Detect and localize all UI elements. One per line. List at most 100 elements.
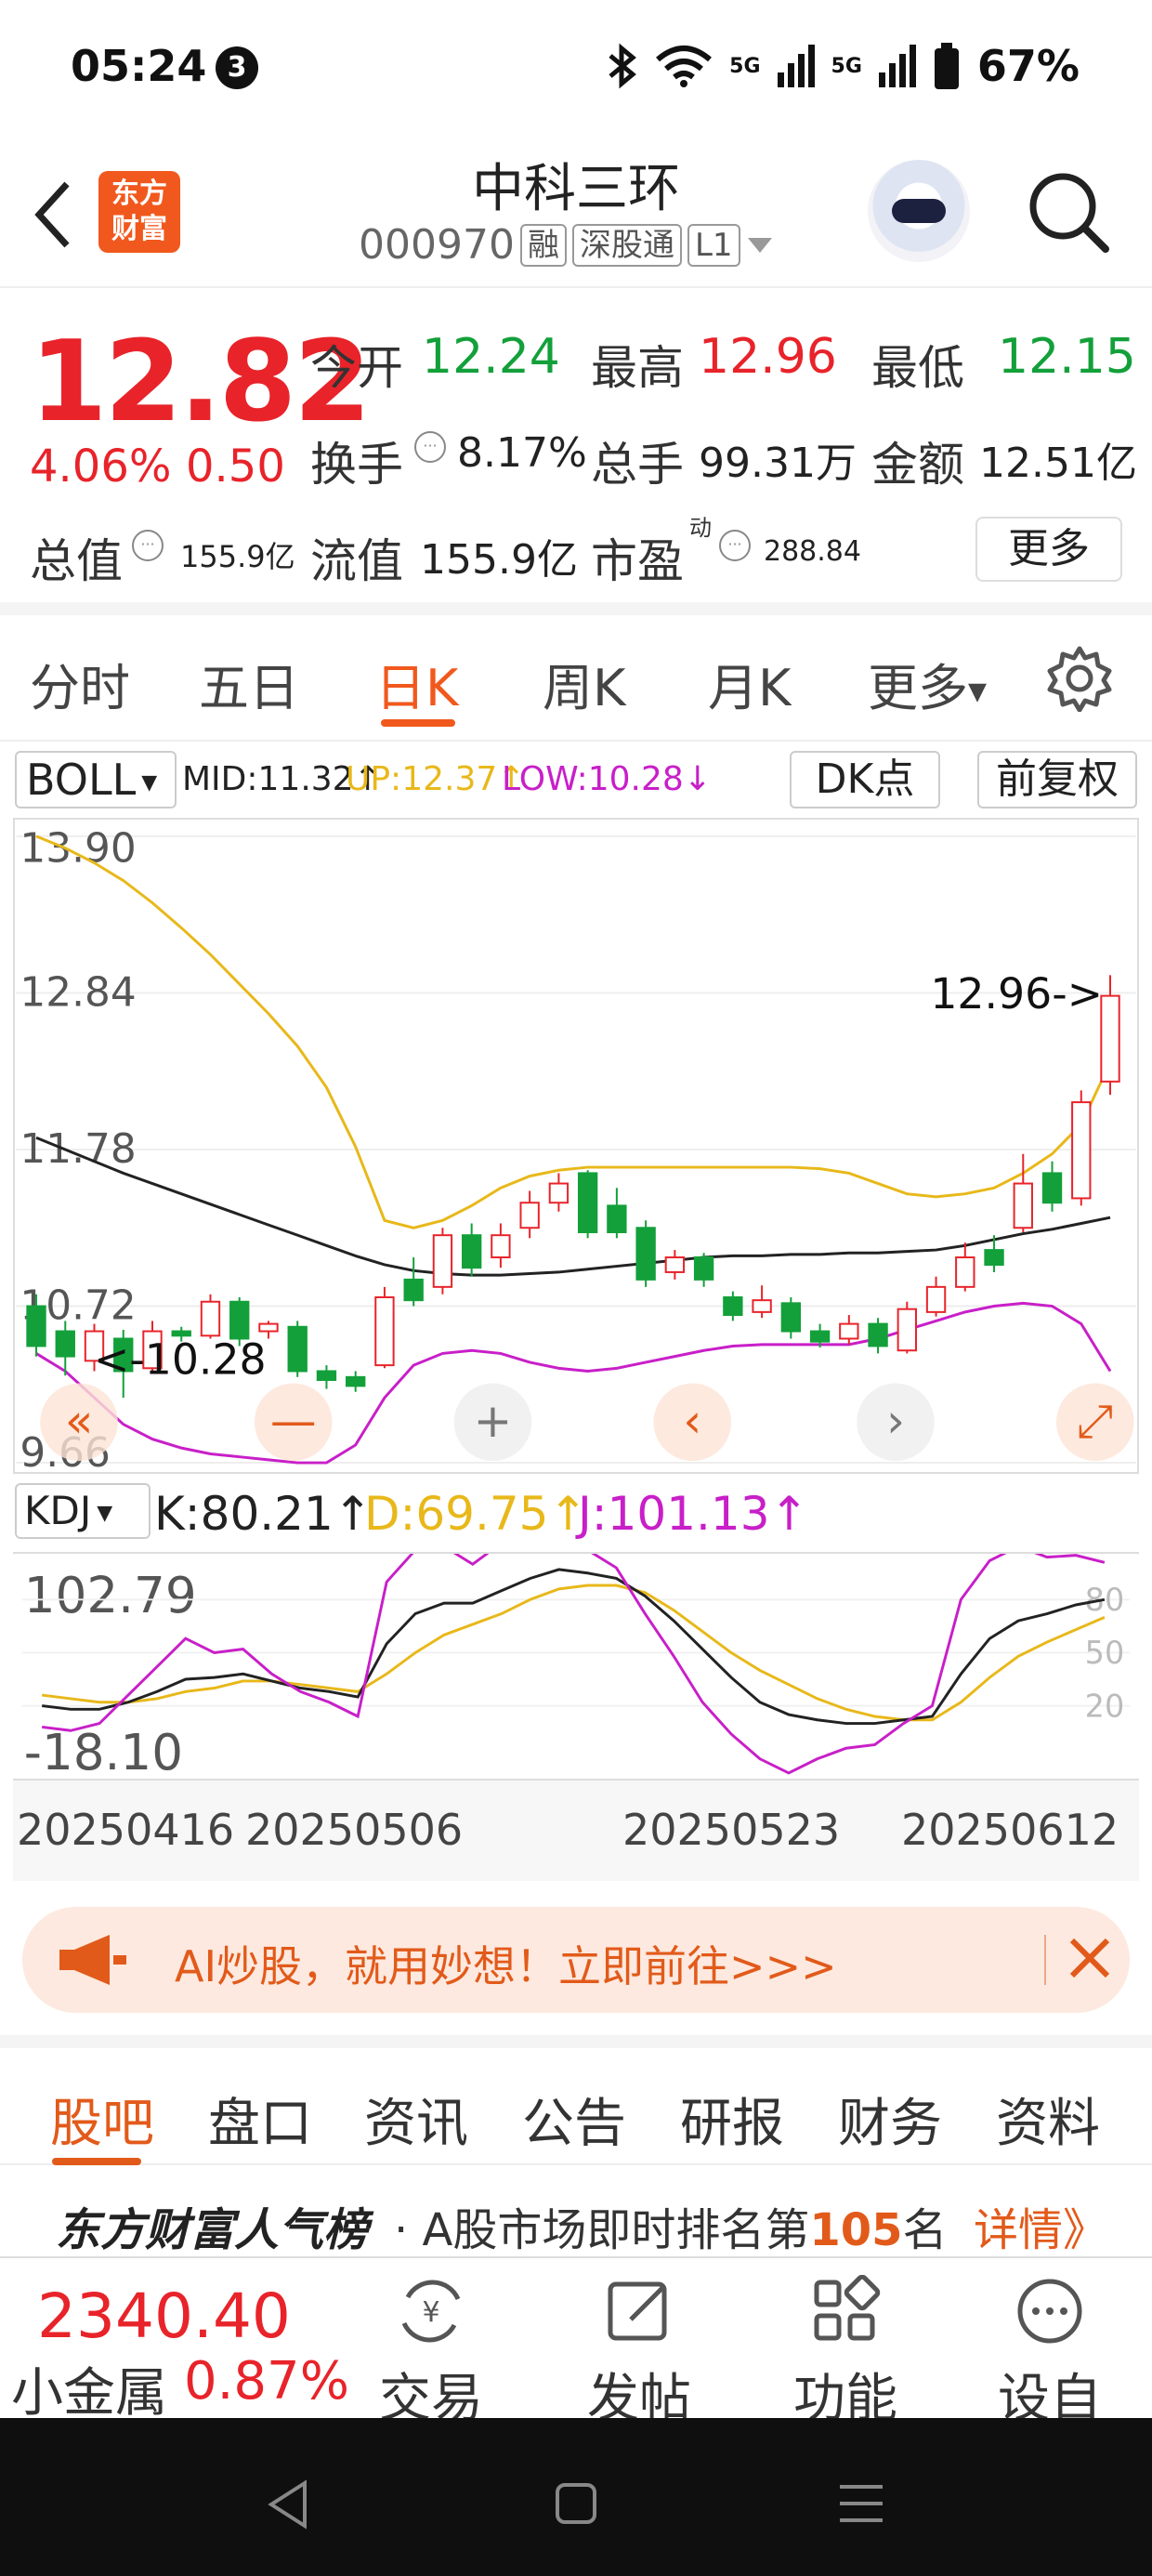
kdj-level-label: 20 (1085, 1688, 1125, 1724)
candle-body (229, 1300, 250, 1340)
y-tick-label: 11.78 (20, 1125, 136, 1173)
candle-body (461, 1234, 482, 1269)
candle-body (635, 1227, 656, 1281)
candle-body (1071, 1101, 1092, 1200)
post-button[interactable]: 发帖 (565, 2275, 713, 2429)
connect-tag: 深股通 (571, 223, 682, 267)
candle-body (752, 1299, 772, 1313)
tab-announcements[interactable]: 公告 (522, 2082, 626, 2157)
nav-back-icon[interactable] (266, 2479, 310, 2530)
candle-body (577, 1172, 598, 1234)
nav-home-icon[interactable] (554, 2481, 598, 2526)
change-percent: 4.06% (30, 440, 172, 493)
date-label: 20250523 (622, 1805, 841, 1855)
info-icon[interactable]: ··· (719, 530, 751, 561)
dropdown-triangle-icon: ▼ (968, 677, 987, 706)
popularity-details-link[interactable]: 详情》 (974, 2193, 1107, 2258)
tab-monthly-k[interactable]: 月K (708, 647, 791, 720)
open-value: 12.24 (422, 329, 560, 385)
status-bar: 05:24 3 5G 5G 67% (0, 0, 1152, 139)
turnover-value: 8.17% (457, 429, 587, 477)
kdj-d-value: D:69.75↑ (364, 1487, 588, 1541)
tab-market[interactable]: 盘口 (208, 2082, 312, 2157)
candle-body (809, 1330, 831, 1343)
tab-intraday[interactable]: 分时 (30, 647, 130, 720)
volume-value: 99.31万 (699, 440, 857, 487)
battery-level: 67% (976, 41, 1080, 91)
fullscreen-button-icon: ⤢ (1077, 1394, 1114, 1448)
battery-icon (934, 43, 959, 89)
candle-body (607, 1204, 627, 1234)
indicator-selector[interactable]: BOLL ▼ (15, 751, 177, 808)
zoom-in-button[interactable]: + (453, 1383, 532, 1462)
trade-icon: ¥ (401, 2280, 461, 2343)
edit-icon (608, 2281, 667, 2341)
svg-text:¥: ¥ (422, 2296, 439, 2329)
candle-body (287, 1325, 308, 1373)
tab-daily-k[interactable]: 日K (375, 647, 458, 720)
tab-weekly-k[interactable]: 周K (543, 647, 625, 720)
candlestick-chart[interactable]: 13.9012.8411.7810.729.6612.96-><-10.28«—… (13, 818, 1139, 1474)
tab-forum[interactable]: 股吧 (50, 2082, 154, 2157)
tab-five-day[interactable]: 五日 (199, 647, 299, 720)
tab-finance[interactable]: 财务 (838, 2082, 942, 2157)
adjust-button[interactable]: 前复权 (977, 751, 1137, 808)
active-tab-indicator (52, 2158, 141, 2165)
change-amount: 0.50 (186, 440, 285, 493)
date-label: 20250506 (245, 1805, 464, 1855)
close-icon[interactable] (1059, 1927, 1120, 1989)
date-label: 20250612 (901, 1805, 1119, 1855)
ai-assistant-avatar[interactable] (868, 160, 970, 262)
candle-body (1100, 994, 1120, 1083)
stock-code: 000970 (359, 221, 515, 269)
zoom-out-button-icon: — (270, 1394, 317, 1448)
boll-up-value: UP:12.37↑ (346, 760, 526, 798)
banner-text: AI炒股，就用妙想！立即前往>>> (175, 1941, 837, 1991)
turnover-label: 换手 (310, 438, 403, 492)
candle-body (664, 1256, 686, 1273)
index-value: 2340.40 (37, 2280, 291, 2352)
kdj-selector[interactable]: KDJ ▼ (15, 1483, 151, 1539)
high-label: 最高 (591, 341, 684, 395)
scroll-left-fast-button-icon: « (65, 1394, 93, 1448)
more-quote-button[interactable]: 更多 (975, 517, 1122, 582)
info-icon[interactable]: ··· (132, 530, 164, 561)
scroll-left-button[interactable]: ‹ (653, 1383, 732, 1462)
ai-promo-banner[interactable]: AI炒股，就用妙想！立即前往>>> (22, 1907, 1130, 2013)
fullscreen-button[interactable]: ⤢ (1056, 1383, 1134, 1462)
add-watchlist-button[interactable]: 设自选 (975, 2275, 1124, 2504)
candle-body (984, 1249, 1004, 1266)
gear-icon[interactable] (1046, 645, 1113, 712)
volume-label: 总手 (591, 438, 684, 492)
candle-body (780, 1302, 802, 1333)
nav-menu-icon[interactable] (838, 2483, 884, 2524)
kdj-chart[interactable]: 102.79 -18.10 80 50 20 (13, 1552, 1139, 1781)
pe-label: 市盈 (591, 534, 684, 588)
search-icon[interactable] (1022, 165, 1115, 258)
info-icon[interactable]: ··· (414, 431, 446, 463)
robot-visor (892, 199, 946, 223)
candle-body (723, 1295, 743, 1317)
popularity-row[interactable]: 东方财富人气榜 · A股市场即时排名第105名 详情》 (0, 2167, 1152, 2256)
zoom-out-button[interactable]: — (254, 1383, 333, 1462)
stock-code-line[interactable]: 000970 融 深股通 L1 (359, 221, 774, 269)
scroll-right-button[interactable]: › (857, 1383, 935, 1462)
high-value: 12.96 (699, 329, 837, 385)
stock-name: 中科三环 (472, 159, 680, 219)
trade-button[interactable]: ¥ 交易 (357, 2275, 505, 2429)
dropdown-triangle-icon: ▼ (97, 1501, 113, 1525)
index-change: 0.87% (184, 2351, 349, 2412)
dk-point-button[interactable]: DK点 (790, 751, 940, 808)
candle-body (1013, 1182, 1033, 1229)
tab-more-periods[interactable]: 更多▼ (868, 647, 987, 720)
functions-button[interactable]: 功能 (771, 2274, 920, 2429)
tab-profile[interactable]: 资料 (996, 2082, 1100, 2157)
boll-low-value: LOW:10.28↓ (502, 760, 712, 798)
candle-body (519, 1202, 540, 1229)
kdj-j-line (42, 1554, 1106, 1775)
max-price-marker: 12.96-> (930, 969, 1103, 1019)
scroll-left-fast-button[interactable]: « (40, 1383, 118, 1462)
tab-research[interactable]: 研报 (680, 2082, 784, 2157)
y-tick-label: 13.90 (20, 825, 136, 873)
tab-news[interactable]: 资讯 (364, 2082, 468, 2157)
